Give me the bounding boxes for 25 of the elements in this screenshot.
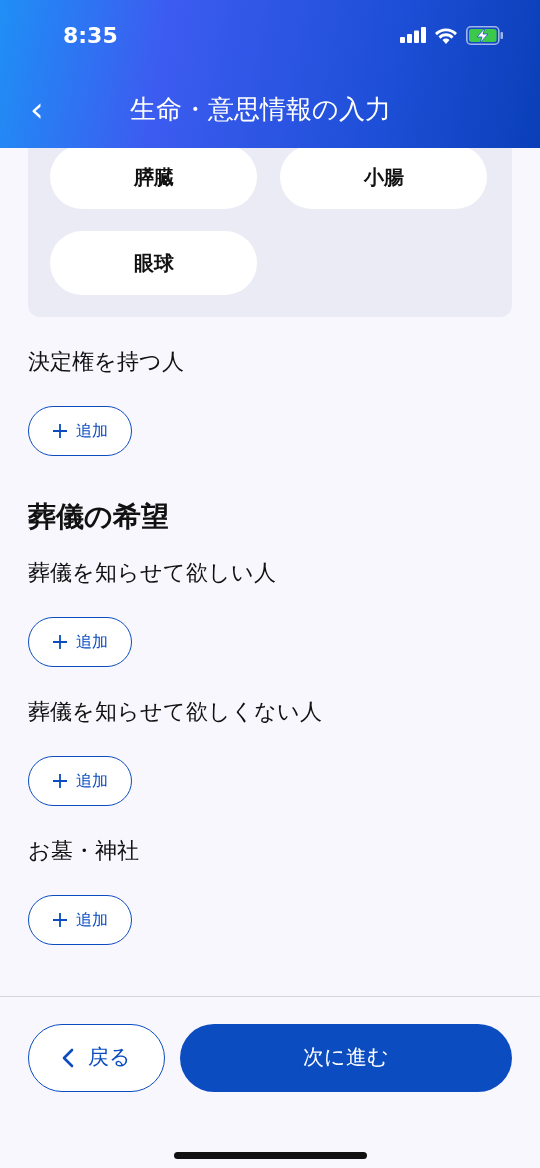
back-button[interactable]: 戻る	[28, 1024, 165, 1092]
field-label: 葬儀を知らせて欲しくない人	[28, 698, 323, 726]
add-button[interactable]: 追加	[28, 617, 132, 667]
add-button[interactable]: 追加	[28, 756, 132, 806]
organ-option-button[interactable]: 膵臓	[50, 148, 257, 209]
status-time: 8:35	[63, 21, 118, 50]
section-heading: 葬儀の希望	[28, 499, 170, 535]
next-button[interactable]: 次に進む	[180, 1024, 512, 1092]
organ-option-button[interactable]: 眼球	[50, 231, 257, 295]
organ-option-button[interactable]: 小腸	[280, 148, 487, 209]
chevron-left-icon	[62, 1048, 74, 1068]
add-button[interactable]: 追加	[28, 895, 132, 945]
plus-icon	[52, 912, 68, 928]
add-button[interactable]: 追加	[28, 406, 132, 456]
battery-charging-icon	[466, 25, 504, 45]
signal-icon	[400, 27, 426, 43]
field-label: 葬儀を知らせて欲しい人	[28, 559, 277, 587]
plus-icon	[52, 634, 68, 650]
back-link[interactable]: ‹	[30, 92, 100, 126]
field-label: お墓・神社	[28, 837, 140, 865]
wifi-icon	[434, 26, 458, 44]
plus-icon	[52, 773, 68, 789]
plus-icon	[52, 423, 68, 439]
page-title: 生命・意思情報の入力	[130, 92, 391, 126]
field-label: 決定権を持つ人	[28, 348, 185, 376]
